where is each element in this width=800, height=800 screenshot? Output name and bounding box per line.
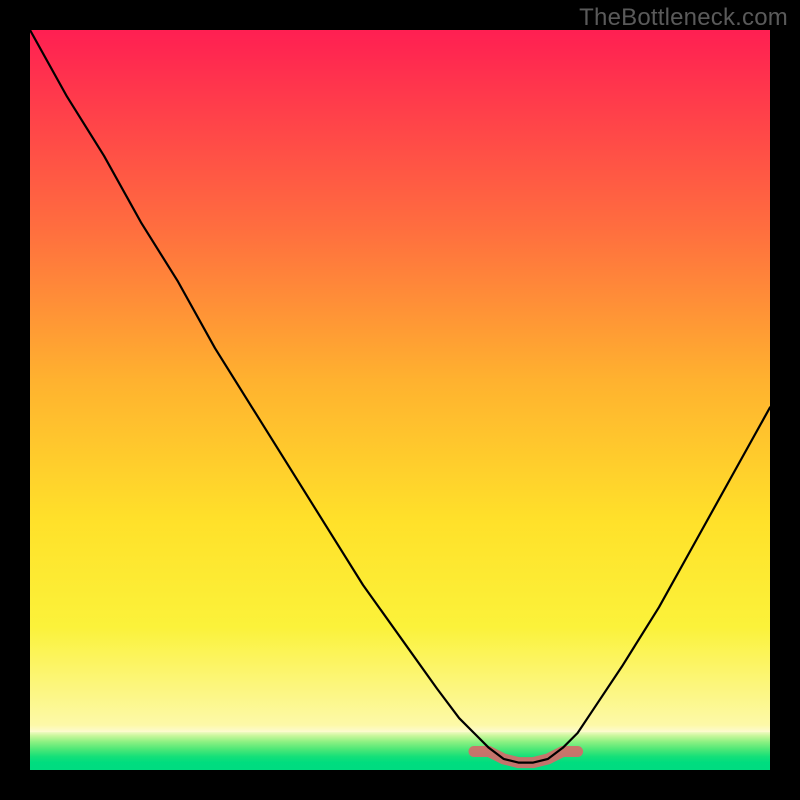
watermark-text: TheBottleneck.com: [579, 4, 788, 32]
bottleneck-curve-path: [30, 30, 770, 763]
curve-svg: [30, 30, 770, 770]
valley-highlight: [474, 752, 578, 763]
chart-frame: TheBottleneck.com: [0, 0, 800, 800]
plot-area: [30, 30, 770, 770]
